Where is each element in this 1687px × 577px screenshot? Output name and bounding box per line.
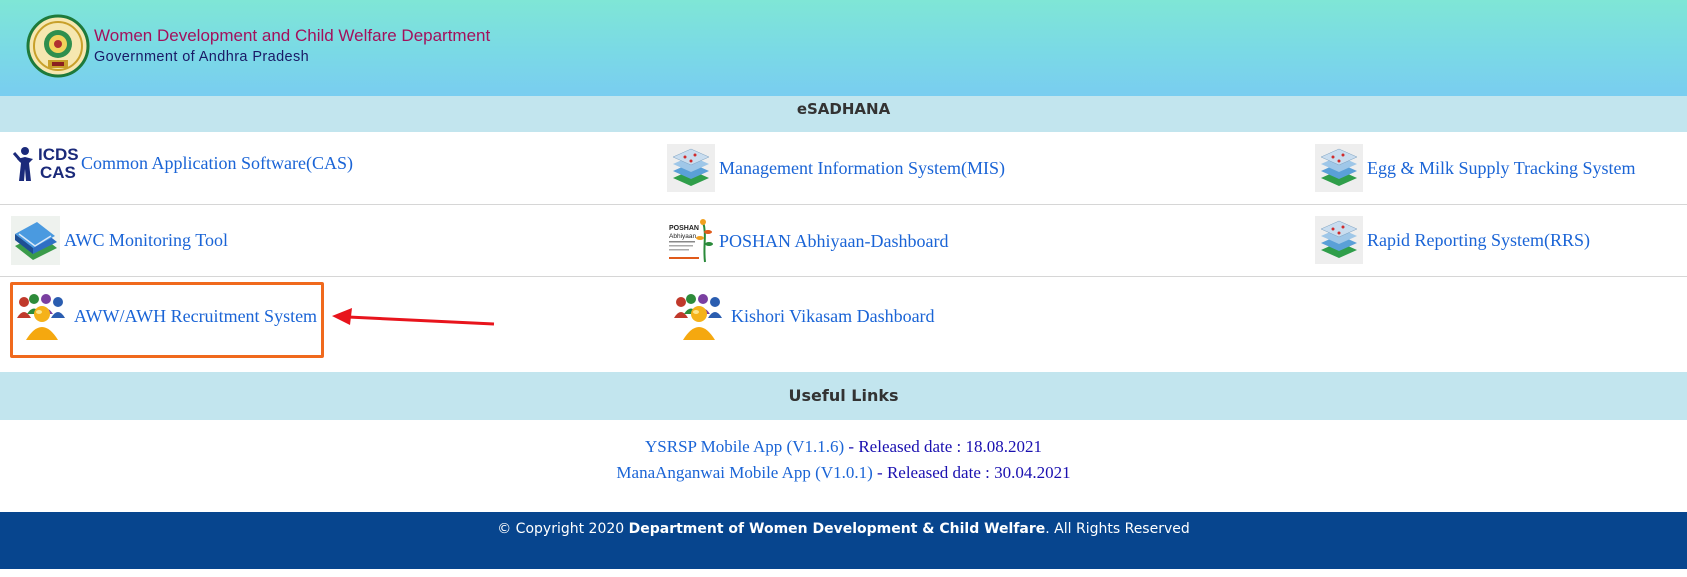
rrs-label: Rapid Reporting System(RRS) [1367, 229, 1591, 250]
kishori-vikasam-link[interactable]: Kishori Vikasam Dashboard [673, 292, 935, 340]
cas-label: Common Application Software(CAS) [81, 152, 353, 173]
copyright-suffix: . All Rights Reserved [1045, 521, 1190, 537]
book-stack-icon [11, 216, 60, 265]
annotation-arrow-icon [332, 308, 495, 326]
awc-monitoring-link[interactable]: AWC Monitoring Tool [11, 216, 228, 265]
layered-map-icon [1315, 216, 1363, 264]
poshan-dashboard-link[interactable]: POSHAN Abhiyaan POSHAN Abhiyaan-Dashboar… [667, 216, 948, 266]
poshan-dashboard-label: POSHAN Abhiyaan-Dashboard [719, 230, 949, 251]
rrs-link[interactable]: Rapid Reporting System(RRS) [1315, 216, 1590, 264]
copyright-prefix: © Copyright 2020 [497, 521, 629, 537]
awc-monitoring-label: AWC Monitoring Tool [64, 230, 228, 250]
mana-anganwadi-release-date: - Released date : 30.04.2021 [872, 463, 1071, 482]
layered-map-icon [667, 144, 715, 192]
useful-link-item: ManaAnganwai Mobile App (V1.0.1) - Relea… [0, 460, 1687, 486]
icds-cas-logo-icon: ICDS CAS [12, 145, 78, 182]
poshan-abhiyaan-logo-icon: POSHAN Abhiyaan [667, 216, 715, 266]
site-footer: © Copyright 2020 Department of Women Dev… [0, 512, 1687, 569]
annotation-highlight-box [10, 282, 324, 358]
useful-links-header: Useful Links [0, 372, 1687, 420]
ap-state-emblem-icon [26, 14, 90, 78]
svg-text:ICDS: ICDS [38, 145, 78, 164]
useful-link-item: YSRSP Mobile App (V1.1.6) - Released dat… [0, 434, 1687, 460]
site-header: Women Development and Child Welfare Depa… [0, 0, 1687, 96]
mis-link[interactable]: Management Information System(MIS) [667, 144, 1005, 192]
egg-milk-tracking-label: Egg & Milk Supply Tracking System [1367, 157, 1636, 178]
ysrsp-release-date: - Released date : 18.08.2021 [844, 437, 1042, 456]
mis-label: Management Information System(MIS) [719, 157, 1005, 178]
ysrsp-app-link[interactable]: YSRSP Mobile App (V1.1.6) [645, 437, 844, 456]
mana-anganwadi-app-link[interactable]: ManaAnganwai Mobile App (V1.0.1) [616, 463, 872, 482]
layered-map-icon [1315, 144, 1363, 192]
cas-link[interactable]: ICDS CAS Common Application Software(CAS… [12, 143, 353, 183]
svg-text:CAS: CAS [40, 163, 76, 182]
useful-links-list: YSRSP Mobile App (V1.1.6) - Released dat… [0, 434, 1687, 486]
department-title: Women Development and Child Welfare Depa… [94, 26, 491, 45]
svg-text:Abhiyaan: Abhiyaan [669, 233, 696, 240]
kishori-vikasam-label: Kishori Vikasam Dashboard [731, 305, 935, 326]
egg-milk-tracking-link[interactable]: Egg & Milk Supply Tracking System [1315, 144, 1636, 192]
row-divider [0, 276, 1687, 277]
row-divider [0, 204, 1687, 205]
copyright-org: Department of Women Development & Child … [628, 521, 1046, 537]
svg-text:POSHAN: POSHAN [669, 225, 699, 232]
government-subtitle: Government of Andhra Pradesh [94, 49, 310, 65]
esadhana-section-header: eSADHANA [0, 96, 1687, 132]
people-group-icon [674, 294, 722, 340]
